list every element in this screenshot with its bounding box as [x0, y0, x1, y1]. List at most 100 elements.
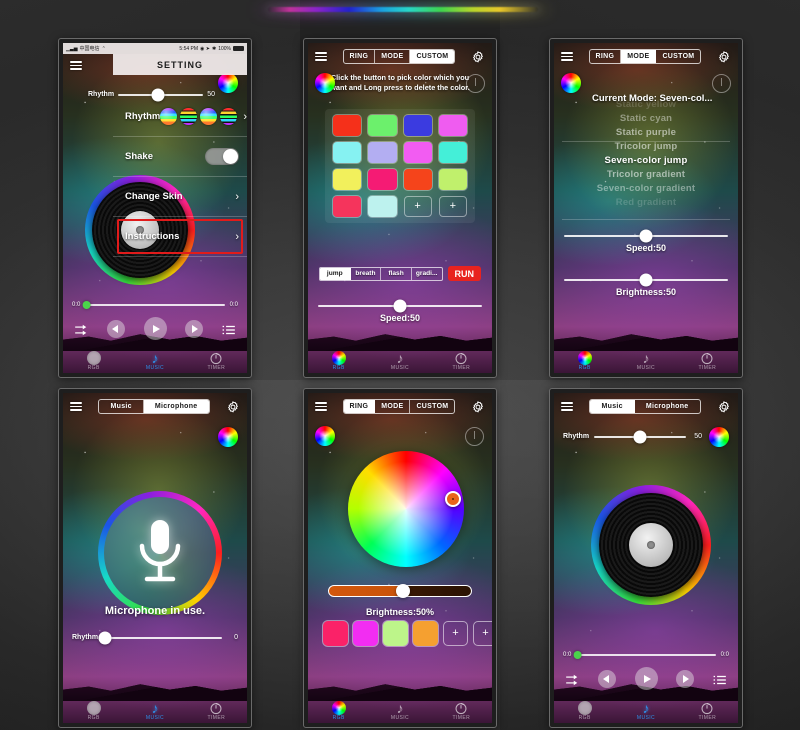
power-icon[interactable]: [466, 74, 485, 93]
color-wheel-badge[interactable]: [315, 426, 335, 446]
swatch-13[interactable]: [368, 196, 397, 217]
nav-item-timer[interactable]: TIMER: [186, 697, 247, 723]
gear-icon[interactable]: [226, 400, 240, 414]
effect-gradient-button[interactable]: gradi...: [412, 268, 442, 280]
effect-breath-button[interactable]: breath: [351, 267, 382, 280]
seek-knob[interactable]: [573, 651, 582, 659]
mode-item-1[interactable]: Static cyan: [620, 113, 672, 124]
tab-mode[interactable]: MODE: [375, 400, 411, 413]
gear-icon[interactable]: [471, 50, 485, 64]
swatch-12[interactable]: [333, 196, 362, 217]
menu-hamburger-icon[interactable]: [315, 52, 327, 61]
mode-item-5[interactable]: Tricolor gradient: [607, 169, 685, 180]
rhythm-preset-4-icon[interactable]: [220, 108, 238, 125]
rhythm-preset-1-icon[interactable]: [160, 108, 178, 125]
microphone-icon[interactable]: [135, 518, 185, 584]
menu-hamburger-icon[interactable]: [561, 52, 573, 61]
tab-ring[interactable]: RING: [590, 50, 622, 63]
swatch-7[interactable]: [438, 142, 467, 163]
add-color-button-1[interactable]: +: [403, 196, 432, 217]
gear-icon[interactable]: [471, 400, 485, 414]
color-wheel-badge[interactable]: [315, 73, 335, 93]
mode-item-6[interactable]: Seven-color gradient: [597, 183, 696, 194]
menu-hamburger-icon[interactable]: [561, 402, 573, 411]
brightness-slider-knob[interactable]: [639, 273, 653, 287]
color-wheel-cursor[interactable]: [445, 491, 461, 507]
power-icon[interactable]: [712, 74, 731, 93]
play-button[interactable]: [634, 667, 658, 690]
menu-hamburger-icon[interactable]: [315, 402, 327, 411]
nav-item-music[interactable]: ♪ MUSIC: [124, 697, 185, 723]
menu-hamburger-icon[interactable]: [70, 61, 82, 70]
speed-slider-knob[interactable]: [393, 299, 407, 313]
color-wheel-badge[interactable]: [218, 427, 238, 447]
tab-music[interactable]: Music: [590, 400, 635, 413]
swatch-1[interactable]: [368, 115, 397, 136]
mode-item-8[interactable]: Yellow gradient: [610, 211, 683, 213]
nav-item-timer[interactable]: TIMER: [677, 347, 738, 373]
nav-item-rgb[interactable]: RGB: [63, 697, 124, 723]
add-color-button-1[interactable]: +: [443, 621, 468, 646]
saved-swatch-1[interactable]: [353, 621, 378, 646]
nav-item-timer[interactable]: TIMER: [431, 347, 492, 373]
seek-track[interactable]: [573, 651, 716, 659]
nav-item-rgb[interactable]: RGB: [554, 347, 615, 373]
swatch-5[interactable]: [368, 142, 397, 163]
tab-ring[interactable]: RING: [344, 50, 376, 63]
next-button[interactable]: [676, 669, 695, 688]
color-wheel-badge[interactable]: [561, 73, 581, 93]
effect-flash-button[interactable]: flash: [381, 267, 412, 280]
nav-item-rgb[interactable]: RGB: [554, 697, 615, 723]
shuffle-icon[interactable]: [565, 673, 579, 685]
nav-item-music[interactable]: ♪ MUSIC: [369, 697, 430, 723]
rhythm-slider-knob[interactable]: [633, 430, 647, 443]
effect-jump-button[interactable]: jump: [320, 267, 351, 280]
swatch-10[interactable]: [403, 169, 432, 190]
nav-item-timer[interactable]: TIMER: [431, 697, 492, 723]
mode-item-7[interactable]: Red gradient: [616, 197, 676, 208]
nav-item-music[interactable]: ♪ MUSIC: [369, 347, 430, 373]
swatch-6[interactable]: [403, 142, 432, 163]
tab-ring[interactable]: RING: [343, 400, 376, 413]
tab-custom[interactable]: CUSTOM: [656, 50, 700, 63]
nav-item-music[interactable]: ♪ MUSIC: [615, 347, 676, 373]
rhythm-slider-knob[interactable]: [98, 631, 112, 644]
tab-custom[interactable]: CUSTOM: [410, 50, 455, 63]
shake-toggle[interactable]: [205, 148, 239, 165]
playlist-icon[interactable]: [713, 673, 727, 685]
rhythm-slider-track[interactable]: [98, 631, 222, 644]
swatch-9[interactable]: [368, 169, 397, 190]
run-button[interactable]: RUN: [447, 266, 481, 281]
tab-mode[interactable]: MODE: [621, 50, 657, 63]
add-color-button-2[interactable]: +: [473, 621, 492, 646]
rhythm-slider-track[interactable]: [594, 430, 686, 443]
previous-button[interactable]: [597, 669, 616, 688]
rhythm-preset-2-icon[interactable]: [180, 108, 198, 125]
speed-slider-track[interactable]: [564, 229, 728, 243]
tab-microphone[interactable]: Microphone: [143, 400, 209, 413]
speed-slider-knob[interactable]: [639, 229, 653, 243]
setting-row-shake[interactable]: Shake: [113, 137, 247, 177]
saved-swatch-3[interactable]: [413, 621, 438, 646]
mode-item-3[interactable]: Tricolor jump: [615, 141, 678, 152]
mode-item-4-selected[interactable]: Seven-color jump: [605, 155, 688, 166]
menu-hamburger-icon[interactable]: [70, 402, 82, 411]
shuffle-icon[interactable]: [74, 323, 88, 335]
swatch-3[interactable]: [438, 115, 467, 136]
swatch-2[interactable]: [403, 115, 432, 136]
color-wheel-badge[interactable]: [709, 427, 729, 447]
tab-music[interactable]: Music: [99, 400, 144, 413]
brightness-slider-knob[interactable]: [396, 584, 410, 598]
mode-item-2[interactable]: Static purple: [616, 127, 676, 138]
saved-swatch-2[interactable]: [383, 621, 408, 646]
power-icon[interactable]: [465, 427, 484, 446]
nav-item-rgb[interactable]: RGB: [308, 347, 369, 373]
rhythm-preset-icons[interactable]: [160, 108, 238, 125]
brightness-slider-track[interactable]: [564, 273, 728, 287]
swatch-4[interactable]: [333, 142, 362, 163]
nav-item-timer[interactable]: TIMER: [677, 697, 738, 723]
swatch-11[interactable]: [438, 169, 467, 190]
gear-icon[interactable]: [717, 50, 731, 64]
tab-mode[interactable]: MODE: [375, 50, 411, 63]
tab-microphone[interactable]: Microphone: [635, 400, 700, 413]
